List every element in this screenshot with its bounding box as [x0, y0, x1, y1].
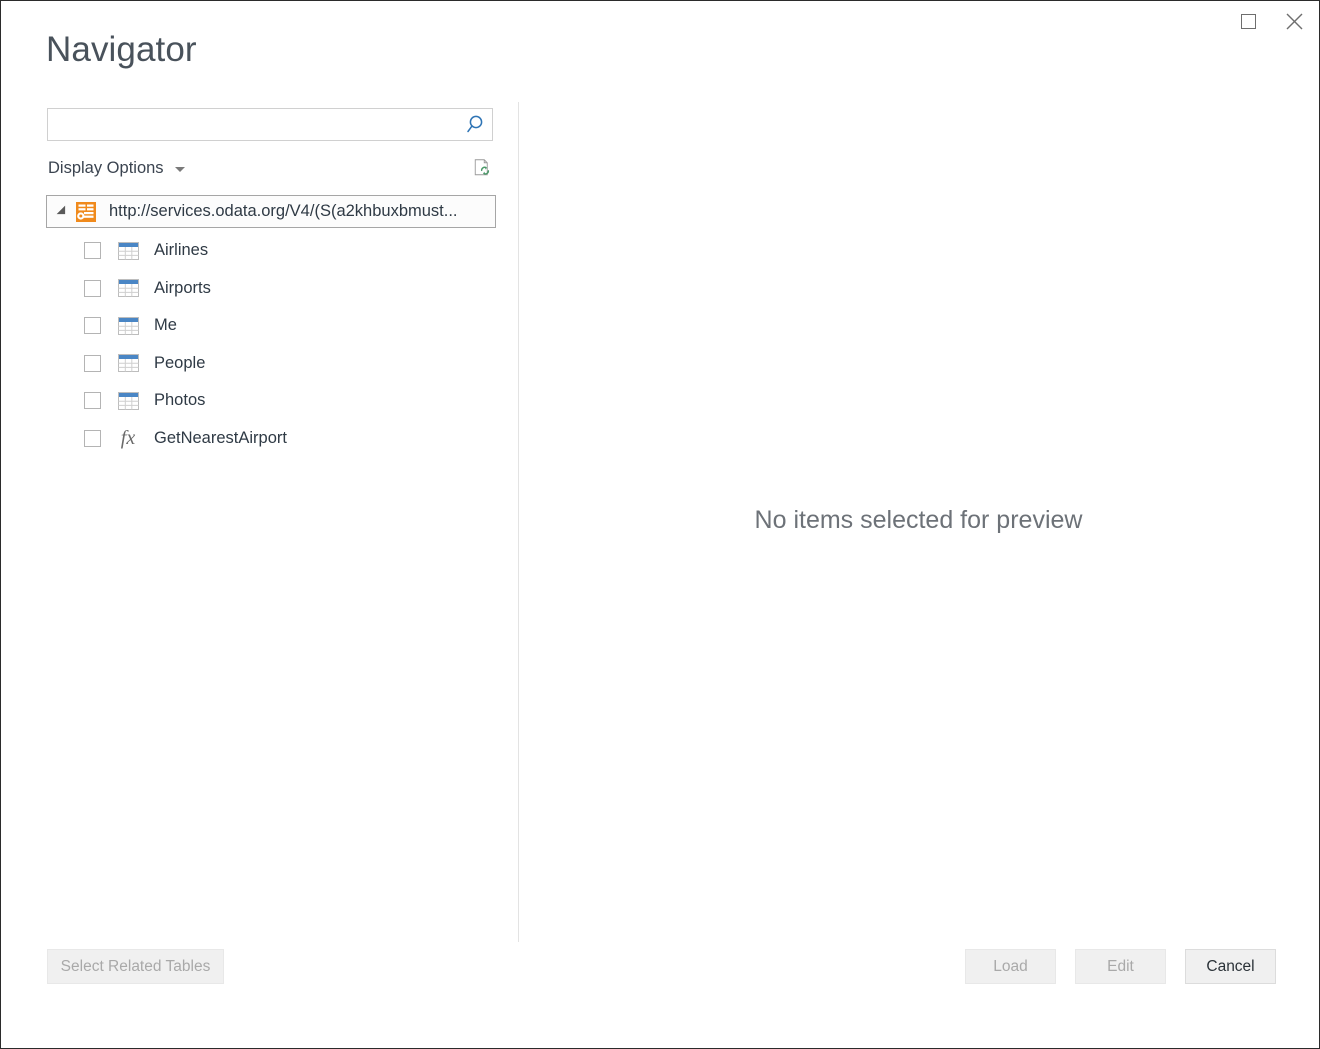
table-icon — [117, 392, 139, 410]
tree-item-label: GetNearestAirport — [154, 429, 287, 448]
tree-item-label: Photos — [154, 391, 205, 410]
refresh-page-icon — [473, 155, 491, 181]
maximize-button[interactable] — [1225, 2, 1271, 40]
edit-button[interactable]: Edit — [1075, 949, 1166, 984]
page-title: Navigator — [46, 27, 197, 73]
select-related-tables-button[interactable]: Select Related Tables — [47, 949, 224, 984]
tree-item-label: Airports — [154, 279, 211, 298]
preview-empty-message: No items selected for preview — [755, 506, 1083, 535]
tree-item-label: Airlines — [154, 241, 208, 260]
dialog-footer: Select Related Tables Load Edit Cancel — [1, 940, 1319, 1048]
navigator-dialog: Navigator Display Options — [0, 0, 1320, 1049]
tree-item-getnearestairport[interactable]: fx GetNearestAirport — [46, 420, 496, 458]
tree-children: Airlines Airports — [46, 228, 496, 457]
tree-item-me[interactable]: Me — [46, 307, 496, 345]
function-fx-icon: fx — [117, 428, 139, 448]
close-button[interactable] — [1271, 2, 1317, 40]
tree-item-checkbox[interactable] — [84, 430, 101, 447]
table-icon — [117, 354, 139, 372]
maximize-icon — [1241, 14, 1256, 29]
odata-service-icon — [75, 201, 97, 223]
tree-item-checkbox[interactable] — [84, 280, 101, 297]
expander-triangle-icon — [56, 205, 69, 218]
navigator-tree: http://services.odata.org/V4/(S(a2khbuxb… — [46, 195, 496, 457]
preview-pane: No items selected for preview — [519, 102, 1318, 942]
search-box[interactable] — [47, 108, 493, 141]
search-button[interactable] — [456, 109, 492, 140]
tree-item-checkbox[interactable] — [84, 242, 101, 259]
expander-toggle[interactable] — [54, 206, 71, 218]
close-icon — [1286, 13, 1303, 30]
load-button[interactable]: Load — [965, 949, 1056, 984]
tree-item-checkbox[interactable] — [84, 355, 101, 372]
tree-item-airports[interactable]: Airports — [46, 270, 496, 308]
tree-item-checkbox[interactable] — [84, 317, 101, 334]
tree-item-people[interactable]: People — [46, 345, 496, 383]
search-icon — [463, 114, 485, 136]
tree-item-checkbox[interactable] — [84, 392, 101, 409]
tree-root-label: http://services.odata.org/V4/(S(a2khbuxb… — [109, 202, 458, 221]
table-icon — [117, 317, 139, 335]
tree-item-airlines[interactable]: Airlines — [46, 232, 496, 270]
display-options-label: Display Options — [48, 157, 164, 179]
tree-item-label: People — [154, 354, 205, 373]
search-input[interactable] — [48, 109, 456, 140]
display-options-dropdown[interactable]: Display Options — [46, 155, 187, 181]
cancel-button[interactable]: Cancel — [1185, 949, 1276, 984]
chevron-down-icon — [175, 167, 185, 172]
table-icon — [117, 279, 139, 297]
window-controls — [1225, 2, 1317, 40]
table-icon — [117, 242, 139, 260]
tree-root-node[interactable]: http://services.odata.org/V4/(S(a2khbuxb… — [46, 195, 496, 228]
tree-item-photos[interactable]: Photos — [46, 382, 496, 420]
tree-item-label: Me — [154, 316, 177, 335]
refresh-button[interactable] — [467, 153, 497, 183]
